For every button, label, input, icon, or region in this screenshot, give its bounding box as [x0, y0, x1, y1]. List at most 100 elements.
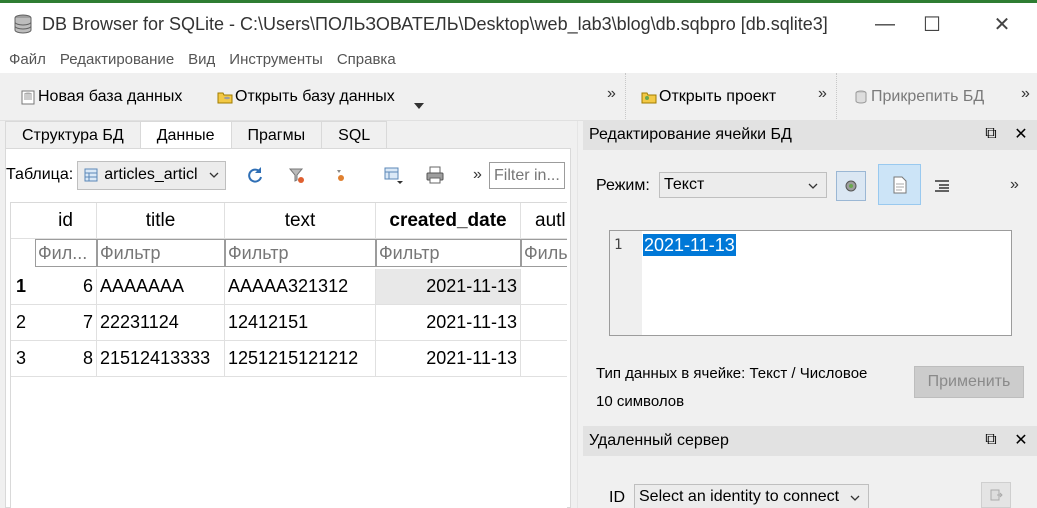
close-button[interactable]: ✕ — [979, 3, 1025, 45]
open-database-button[interactable]: Открыть базу данных — [217, 83, 395, 111]
main-toolbar: Новая база данных Открыть базу данных » … — [0, 73, 1037, 121]
cell-title[interactable]: AAAAAAA — [97, 269, 225, 305]
cell-author[interactable] — [521, 341, 567, 377]
corner-cell[interactable] — [11, 203, 35, 239]
cell-id[interactable]: 7 — [35, 305, 97, 341]
word-wrap-toggle[interactable] — [878, 164, 921, 205]
edit-cell-dock-header: Редактирование ячейки БД ⧉ ✕ — [583, 120, 1037, 150]
line-number-gutter: 1 — [610, 231, 642, 335]
mode-select[interactable]: Текст — [659, 172, 827, 198]
minimize-button[interactable]: — — [862, 3, 908, 45]
tab-pragmas-label: Прагмы — [247, 126, 306, 144]
indent-button[interactable] — [927, 171, 957, 201]
filter-author[interactable]: Филь — [521, 239, 567, 267]
dock-close-button[interactable]: ✕ — [1013, 126, 1029, 143]
table-select[interactable]: articles_articl — [77, 160, 227, 190]
open-database-label: Открыть базу данных — [235, 88, 395, 105]
cell-id[interactable]: 8 — [35, 341, 97, 377]
filter-text[interactable]: Фильтр — [225, 239, 376, 267]
cell-created-date[interactable]: 2021-11-13 — [376, 269, 521, 305]
cell-editor-text[interactable]: 2021-11-13 — [643, 234, 736, 256]
toolbar-overflow-1[interactable]: » — [607, 85, 616, 103]
cell-text[interactable]: AAAAA321312 — [225, 269, 376, 305]
column-header-text[interactable]: text — [225, 203, 376, 239]
attach-database-button[interactable]: Прикрепить БД — [853, 83, 984, 111]
filter-input[interactable]: Filter in... — [489, 162, 565, 189]
table-select-value: articles_articl — [104, 166, 198, 183]
cell-created-date[interactable]: 2021-11-13 — [376, 341, 521, 377]
edit-cell-overflow[interactable]: » — [1010, 176, 1019, 194]
title-bar: DB Browser for SQLite - C:\Users\ПОЛЬЗОВ… — [0, 3, 1037, 45]
cell-id[interactable]: 6 — [35, 269, 97, 305]
menu-help[interactable]: Справка — [330, 51, 403, 68]
open-project-button[interactable]: Открыть проект — [641, 83, 776, 111]
open-project-icon — [641, 92, 657, 104]
remote-dock-header: Удаленный сервер ⧉ ✕ — [583, 426, 1037, 456]
cell-data-type: Тип данных в ячейке: Текст / Числовое — [596, 365, 868, 382]
tab-data[interactable]: Данные — [139, 121, 232, 150]
save-table-icon — [384, 167, 403, 184]
refresh-icon — [248, 167, 262, 183]
filter-id[interactable]: Фил... — [35, 239, 97, 267]
toolbar-separator — [625, 73, 626, 121]
table-selector-row: Таблица: articles_articl — [6, 160, 227, 190]
mode-select-value: Текст — [664, 176, 705, 193]
clear-filters-button[interactable] — [286, 164, 308, 186]
dock-float-button[interactable]: ⧉ — [983, 431, 999, 448]
open-database-dropdown-icon[interactable] — [414, 103, 424, 109]
tab-pragmas[interactable]: Прагмы — [230, 121, 323, 149]
float-icon: ⧉ — [985, 431, 997, 448]
cell-type-info: Тип данных в ячейке: Текст / Числовое 10… — [596, 360, 867, 416]
row-header[interactable]: 2 — [11, 305, 35, 341]
maximize-button[interactable]: ☐ — [909, 3, 955, 45]
dock-close-button[interactable]: ✕ — [1013, 432, 1029, 449]
line-number: 1 — [614, 237, 623, 253]
menu-file[interactable]: Файл — [2, 51, 53, 68]
window-title: DB Browser for SQLite - C:\Users\ПОЛЬЗОВ… — [42, 13, 828, 34]
print-button[interactable] — [424, 164, 446, 186]
apply-button[interactable]: Применить — [914, 366, 1024, 398]
cell-author[interactable] — [521, 305, 567, 341]
menu-edit[interactable]: Редактирование — [53, 51, 181, 68]
cell-text[interactable]: 1251215121212 — [225, 341, 376, 377]
toolbar-overflow-3[interactable]: » — [1021, 85, 1030, 103]
sort-button[interactable] — [330, 164, 352, 186]
new-database-button[interactable]: Новая база данных — [20, 83, 182, 111]
chevron-down-icon — [209, 172, 219, 178]
auto-format-toggle[interactable] — [836, 171, 866, 201]
column-header-created-date[interactable]: created_date — [376, 203, 521, 239]
column-header-id[interactable]: id — [35, 203, 97, 239]
tab-structure[interactable]: Структура БД — [5, 121, 141, 149]
open-database-icon — [217, 92, 233, 104]
filter-created-date[interactable]: Фильтр — [376, 239, 521, 267]
minimize-icon: — — [875, 12, 895, 35]
menu-tools[interactable]: Инструменты — [222, 51, 330, 68]
menu-view[interactable]: Вид — [181, 51, 222, 68]
identity-label: ID — [609, 489, 625, 506]
dock-splitter[interactable] — [577, 121, 578, 508]
close-icon: ✕ — [1014, 126, 1028, 143]
cell-title[interactable]: 22231124 — [97, 305, 225, 341]
cell-title[interactable]: 21512413333 — [97, 341, 225, 377]
save-table-button[interactable] — [382, 164, 404, 186]
tab-sql[interactable]: SQL — [321, 121, 388, 149]
dock-float-button[interactable]: ⧉ — [983, 125, 999, 142]
browse-toolbar-overflow[interactable]: » — [473, 166, 482, 184]
toolbar-overflow-2[interactable]: » — [818, 85, 827, 103]
cell-author[interactable] — [521, 269, 567, 305]
remote-action-button[interactable] — [981, 482, 1011, 508]
cell-created-date[interactable]: 2021-11-13 — [376, 305, 521, 341]
filter-title[interactable]: Фильтр — [97, 239, 225, 267]
row-header[interactable]: 1 — [11, 269, 35, 305]
column-header-author[interactable]: autl — [521, 203, 567, 239]
identity-select[interactable]: Select an identity to connect — [634, 484, 869, 508]
edit-cell-title: Редактирование ячейки БД — [589, 126, 792, 143]
app-database-icon — [14, 14, 32, 34]
refresh-button[interactable] — [244, 164, 266, 186]
auto-switch-icon — [845, 180, 857, 192]
close-icon: ✕ — [1014, 432, 1028, 449]
column-header-title[interactable]: title — [97, 203, 225, 239]
row-header[interactable]: 3 — [11, 341, 35, 377]
cell-editor[interactable]: 1 2021-11-13 — [609, 230, 1012, 336]
cell-text[interactable]: 12412151 — [225, 305, 376, 341]
